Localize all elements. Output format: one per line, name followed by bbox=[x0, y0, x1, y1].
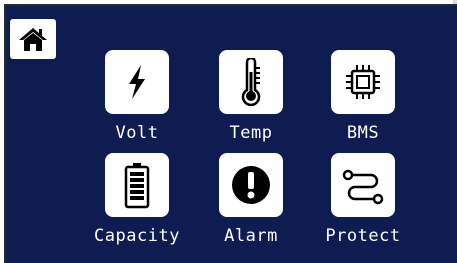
menu-tile-bms[interactable]: BMS bbox=[318, 50, 408, 150]
bms-icon-box bbox=[331, 50, 395, 114]
chip-icon bbox=[346, 65, 380, 99]
menu-label-capacity: Capacity bbox=[94, 226, 180, 246]
main-screen: Volt Temp BMS Capacity Alarm Protect bbox=[4, 4, 457, 263]
home-button[interactable] bbox=[10, 19, 56, 59]
protect-path-icon bbox=[342, 169, 384, 205]
alarm-icon-box bbox=[219, 153, 283, 217]
menu-label-alarm: Alarm bbox=[224, 226, 278, 246]
battery-icon bbox=[124, 163, 150, 209]
menu-tile-volt[interactable]: Volt bbox=[92, 50, 182, 150]
menu-tile-temp[interactable]: Temp bbox=[206, 50, 296, 150]
menu-tile-capacity[interactable]: Capacity bbox=[92, 153, 182, 253]
alarm-exclamation-icon bbox=[232, 166, 270, 204]
menu-label-bms: BMS bbox=[346, 123, 380, 143]
lightning-bolt-icon bbox=[129, 65, 145, 99]
home-icon bbox=[19, 28, 47, 51]
thermometer-icon bbox=[241, 58, 261, 106]
menu-tile-alarm[interactable]: Alarm bbox=[206, 153, 296, 253]
menu-tile-protect[interactable]: Protect bbox=[318, 153, 408, 253]
temp-icon-box bbox=[219, 50, 283, 114]
volt-icon-box bbox=[105, 50, 169, 114]
capacity-icon-box bbox=[105, 153, 169, 217]
menu-label-protect: Protect bbox=[325, 226, 401, 246]
menu-label-temp: Temp bbox=[229, 123, 273, 143]
protect-icon-box bbox=[331, 153, 395, 217]
menu-label-volt: Volt bbox=[115, 123, 159, 143]
